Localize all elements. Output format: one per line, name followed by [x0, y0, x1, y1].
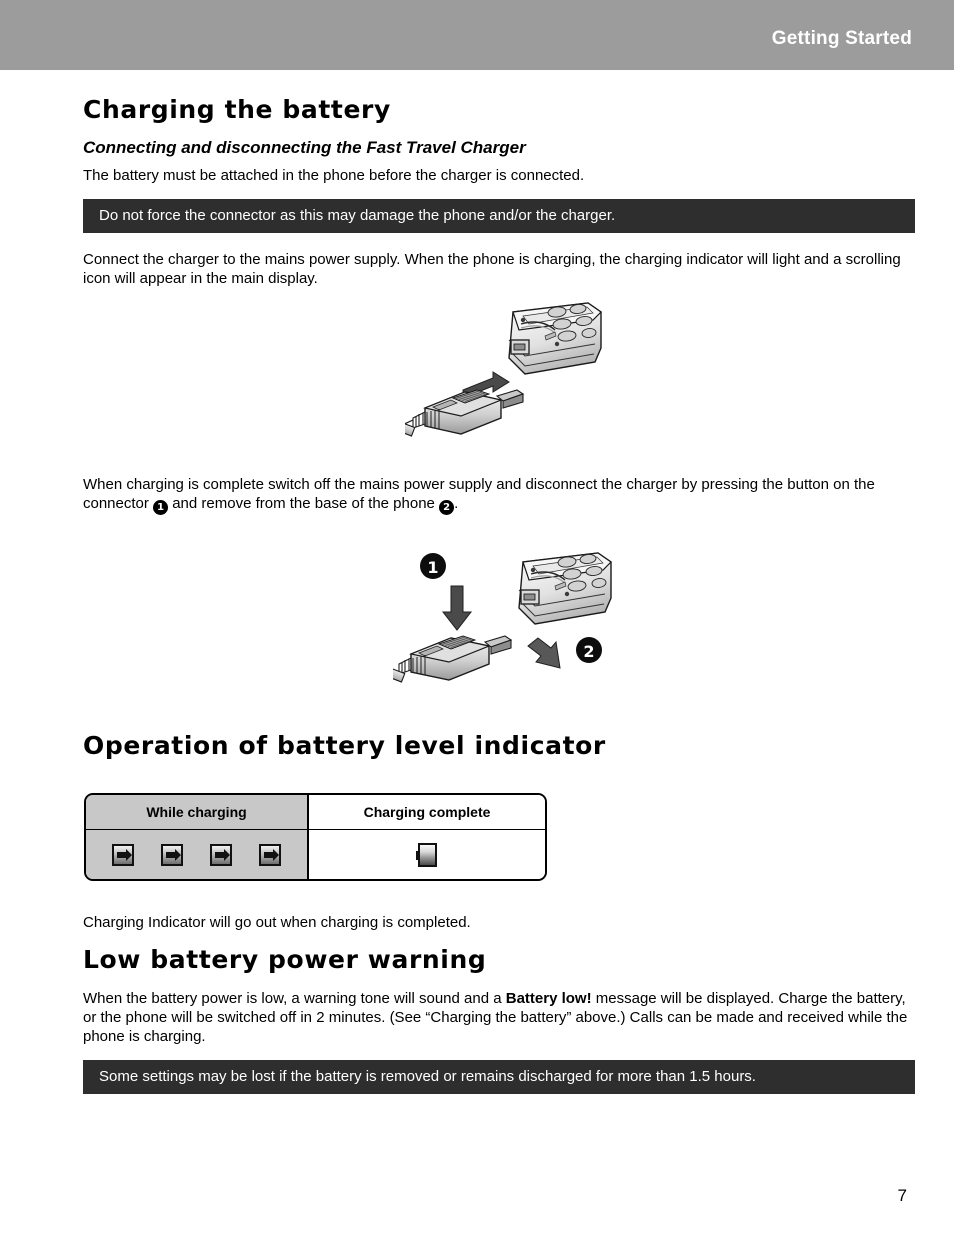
paragraph-battery-attached: The battery must be attached in the phon…: [83, 167, 585, 184]
low-battery-text-part1: When the battery power is low, a warning…: [83, 990, 506, 1007]
figure-charger-disconnecting-from-phone: 1 2: [352, 550, 663, 700]
table-cell-charging-complete-icon: [309, 830, 545, 879]
inline-marker-2: 2: [439, 500, 455, 515]
section-title-charging-the-battery: Charging the battery: [83, 95, 391, 124]
paragraph-disconnect-part2: and remove from the base of the phone: [172, 495, 435, 512]
phone-illustration: [508, 302, 602, 375]
paragraph-connect-charger: Connect the charger to the mains power s…: [83, 251, 901, 287]
note-box-do-not-force: Do not force the connector as this may d…: [83, 199, 915, 233]
paragraph-disconnect-part3: .: [454, 495, 459, 512]
removal-arrow-icon: [527, 637, 561, 669]
charging-arrow-icon-4: [259, 843, 281, 866]
charging-arrow-icon-2: [161, 843, 183, 866]
paragraph-disconnect-instructions: When charging is complete switch off the…: [83, 475, 911, 515]
svg-text:1: 1: [427, 558, 438, 577]
phone-illustration: [518, 552, 612, 625]
charging-arrow-icon-1: [112, 843, 134, 866]
page-header-band: Getting Started: [0, 0, 954, 70]
table-header-while-charging: While charging: [86, 795, 307, 830]
paragraph-charging-indicator-goes-out: Charging Indicator will go out when char…: [83, 914, 471, 931]
inline-marker-1: 1: [153, 500, 169, 515]
section-title-low-battery-power-warning: Low battery power warning: [83, 945, 487, 974]
table-column-charging-complete: Charging complete: [309, 795, 545, 879]
table-column-while-charging: While charging: [86, 795, 309, 879]
charging-arrow-icon-3: [210, 843, 232, 866]
battery-level-indicator-table: While charging Charging complete: [84, 793, 547, 881]
figure-charger-connecting-to-phone: [362, 300, 635, 450]
figure-marker-1: 1: [420, 553, 446, 579]
low-battery-bold-message: Battery low!: [505, 990, 592, 1007]
svg-text:2: 2: [583, 642, 594, 661]
charger-connector: [352, 635, 513, 683]
subsection-title-connecting-disconnecting: Connecting and disconnecting the Fast Tr…: [83, 138, 526, 157]
table-cell-while-charging-icons: [86, 830, 307, 879]
battery-full-icon: [415, 842, 437, 867]
figure-marker-2: 2: [576, 637, 602, 663]
page-header-title: Getting Started: [771, 28, 912, 49]
press-down-arrow-icon: [441, 585, 473, 631]
section-title-operation-of-battery-level-indicator: Operation of battery level indicator: [83, 731, 606, 760]
page-number: 7: [897, 1186, 907, 1205]
paragraph-low-battery-warning: When the battery power is low, a warning…: [83, 989, 911, 1046]
note-box-settings-may-be-lost: Some settings may be lost if the battery…: [83, 1060, 915, 1094]
table-header-charging-complete: Charging complete: [309, 795, 545, 830]
charger-connector: [362, 389, 525, 443]
